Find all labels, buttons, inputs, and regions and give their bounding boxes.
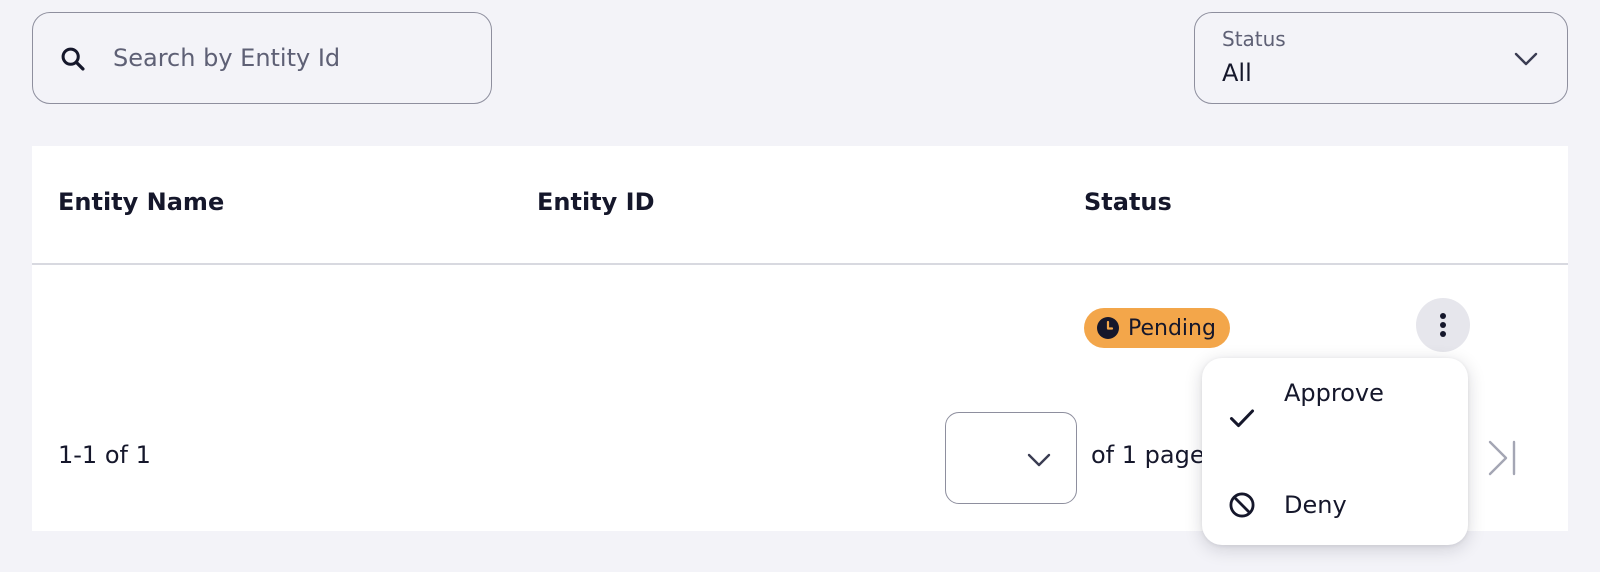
column-header-entity-id[interactable]: Entity ID (537, 188, 655, 216)
page-number-select[interactable] (945, 412, 1077, 504)
pagination-range: 1-1 of 1 (58, 441, 151, 469)
chevron-down-icon (1514, 52, 1538, 66)
search-box[interactable] (32, 12, 492, 104)
column-header-status[interactable]: Status (1084, 188, 1172, 216)
menu-item-approve-label: Approve (1284, 379, 1384, 407)
last-page-icon[interactable] (1486, 438, 1520, 478)
header-divider (32, 263, 1568, 265)
search-icon (61, 47, 85, 71)
more-vertical-icon (1440, 313, 1446, 337)
chevron-down-icon (1027, 453, 1051, 467)
status-filter-select[interactable]: Status All (1194, 12, 1568, 104)
search-input[interactable] (113, 33, 473, 83)
menu-item-deny[interactable]: Deny (1202, 482, 1468, 532)
menu-item-approve[interactable]: Approve (1202, 376, 1468, 462)
pagination-total-pages: of 1 pages (1091, 441, 1218, 469)
status-filter-label: Status (1222, 27, 1286, 51)
clock-icon (1097, 317, 1119, 339)
row-actions-menu: Approve Deny (1202, 358, 1468, 545)
check-icon (1229, 409, 1255, 428)
row-actions-button[interactable] (1416, 298, 1470, 352)
status-filter-value: All (1222, 59, 1252, 87)
status-badge-label: Pending (1128, 315, 1216, 341)
status-badge: Pending (1084, 308, 1230, 348)
menu-item-deny-label: Deny (1284, 491, 1347, 519)
column-header-entity-name[interactable]: Entity Name (58, 188, 224, 216)
block-icon (1229, 492, 1255, 518)
